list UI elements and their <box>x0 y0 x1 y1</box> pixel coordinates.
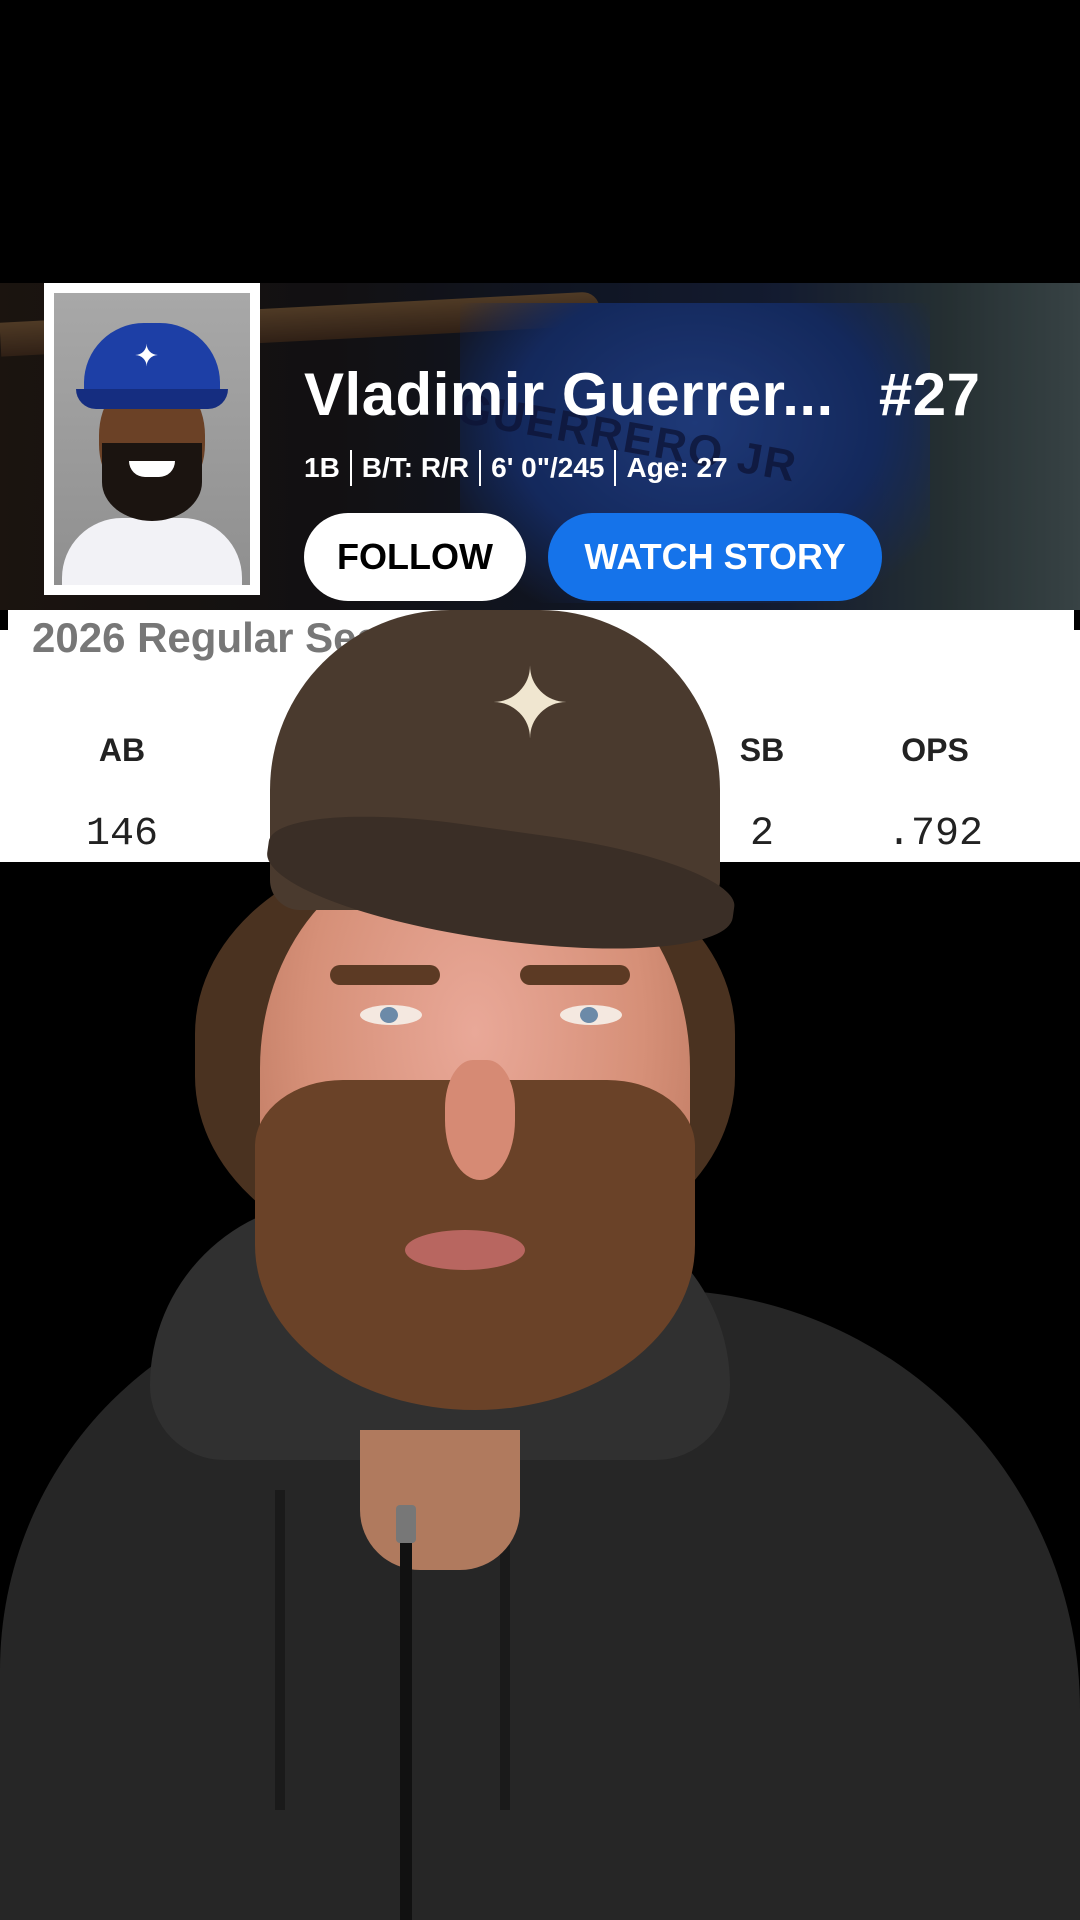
headshot-shirt <box>62 518 242 585</box>
meta-divider <box>349 450 352 486</box>
watch-story-button[interactable]: WATCH STORY <box>548 513 882 601</box>
zipper-pull <box>396 1505 416 1543</box>
headshot-photo: ✦ <box>54 293 250 585</box>
meta-divider <box>479 450 482 486</box>
hoodie-zipper <box>400 1510 412 1920</box>
player-bats-throws: B/T: R/R <box>361 452 470 483</box>
hoodie-string-left <box>275 1490 285 1810</box>
player-age: Age: 27 <box>626 452 728 483</box>
player-meta: 1B B/T: R/R 6' 0"/245 Age: 27 <box>304 450 728 486</box>
blue-jays-logo-icon: ✦ <box>134 340 160 373</box>
headshot-beard <box>102 443 202 521</box>
player-name: Vladimir Guerrer... <box>304 361 834 428</box>
nose <box>445 1060 515 1180</box>
presenter-video: ✦ <box>0 610 1080 1920</box>
headshot-cap-brim <box>76 389 228 409</box>
blue-jays-logo-icon: ✦ <box>489 651 571 758</box>
eyebrow-left <box>330 965 440 985</box>
eye-right <box>560 1005 622 1025</box>
eye-left <box>360 1005 422 1025</box>
player-position: 1B <box>304 452 340 483</box>
mouth <box>405 1230 525 1270</box>
eyebrow-right <box>520 965 630 985</box>
follow-button[interactable]: FOLLOW <box>304 513 526 601</box>
player-name-line: Vladimir Guerrer... #27 <box>304 360 981 429</box>
player-height-weight: 6' 0"/245 <box>491 452 605 483</box>
player-headshot: ✦ <box>44 283 260 595</box>
meta-divider <box>614 450 617 486</box>
top-letterbox <box>0 0 1080 283</box>
player-number: #27 <box>878 361 981 428</box>
neck <box>360 1430 520 1570</box>
